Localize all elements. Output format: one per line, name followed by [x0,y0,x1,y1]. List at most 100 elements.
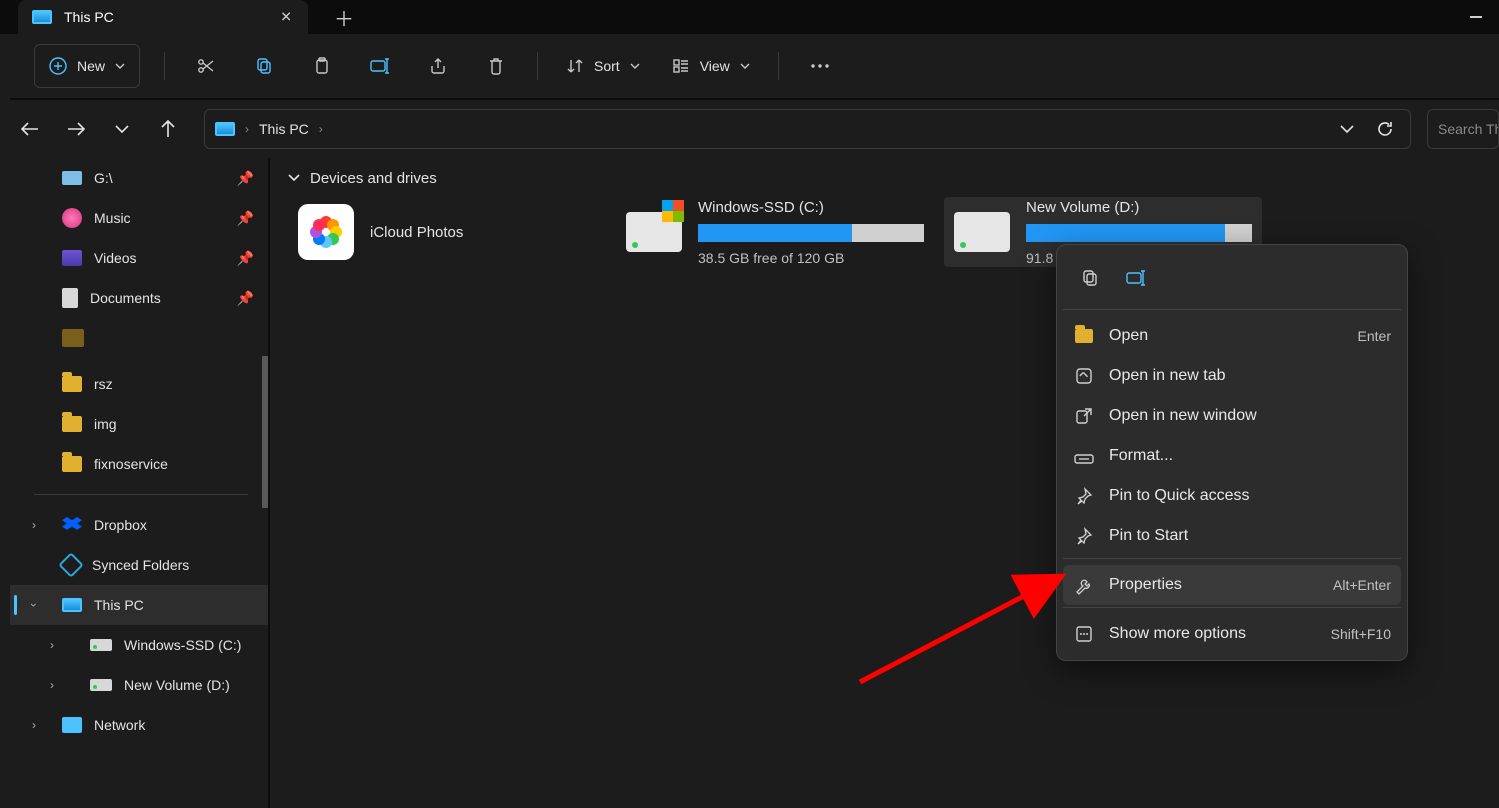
sidebar-item-synced[interactable]: Synced Folders [10,545,268,585]
usage-bar [698,224,924,242]
ctx-rename-button[interactable] [1117,259,1155,297]
sidebar-item-documents[interactable]: Documents 📌 [10,278,268,318]
ctx-label: Pin to Start [1109,527,1188,545]
sidebar-item-this-pc[interactable]: › This PC [10,585,268,625]
chevron-down-icon [630,63,640,69]
sidebar-item-videos[interactable]: Videos 📌 [10,238,268,278]
ctx-open[interactable]: Open Enter [1063,316,1401,356]
chevron-right-icon: › [32,518,36,532]
recent-button[interactable] [102,109,142,149]
rename-button[interactable] [355,46,405,86]
search-placeholder: Search Thi [1438,121,1499,137]
sidebar-item-music[interactable]: Music 📌 [10,198,268,238]
photos-icon [298,204,354,260]
scissors-icon [196,56,216,76]
ctx-shortcut: Enter [1358,328,1391,344]
pin-icon: 📌 [237,210,254,227]
sidebar-item-d-drive[interactable]: › New Volume (D:) [10,665,268,705]
breadcrumb-root[interactable]: This PC [259,121,309,137]
new-tab-button[interactable]: ＋ [324,0,364,34]
document-icon [62,288,78,308]
paste-button[interactable] [297,46,347,86]
ellipsis-icon [810,63,830,69]
refresh-icon [1376,120,1394,138]
hdd-icon [90,679,112,691]
new-tab-icon [1073,365,1095,387]
search-input[interactable]: Search Thi [1427,109,1499,149]
ctx-open-new-window[interactable]: Open in new window [1063,396,1401,436]
folder-icon [62,456,82,472]
back-button[interactable] [10,109,50,149]
sidebar-item-network[interactable]: › Network [10,705,268,745]
sidebar-label: Synced Folders [92,557,189,573]
pin-icon: 📌 [237,290,254,307]
cut-button[interactable] [181,46,231,86]
forward-button[interactable] [56,109,96,149]
hdd-icon [90,639,112,651]
ctx-properties[interactable]: Properties Alt+Enter [1063,565,1401,605]
copy-button[interactable] [239,46,289,86]
sidebar-label: Documents [90,290,161,306]
sidebar-item-dropbox[interactable]: › Dropbox [10,505,268,545]
more-button[interactable] [795,46,845,86]
ctx-label: Properties [1109,576,1182,594]
sidebar-label: fixnoservice [94,456,168,472]
folder-icon [62,329,84,347]
close-tab-button[interactable]: ✕ [280,9,292,26]
sidebar-item-rsz[interactable]: rsz [10,364,268,404]
new-button[interactable]: New [34,44,140,88]
window-minimize-button[interactable] [1453,0,1499,34]
up-button[interactable] [148,109,188,149]
ctx-pin-quick[interactable]: Pin to Quick access [1063,476,1401,516]
more-options-icon [1073,623,1095,645]
ctx-copy-button[interactable] [1071,259,1109,297]
chevron-right-icon: › [50,678,54,692]
sidebar-item-fixnoservice[interactable]: fixnoservice [10,444,268,484]
format-icon [1073,445,1095,467]
pin-icon [1073,525,1095,547]
drive-c[interactable]: Windows-SSD (C:) 38.5 GB free of 120 GB [616,197,934,267]
sidebar-item-c-drive[interactable]: › Windows-SSD (C:) [10,625,268,665]
sidebar-label: Videos [94,250,137,266]
ctx-open-new-tab[interactable]: Open in new tab [1063,356,1401,396]
scrollbar-thumb[interactable] [262,356,268,508]
chevron-down-icon [115,63,125,69]
share-button[interactable] [413,46,463,86]
sidebar-item-img[interactable]: img [10,404,268,444]
toolbar-separator [537,52,538,80]
sidebar-label: Music [94,210,131,226]
sidebar-item-g-drive[interactable]: G:\ 📌 [10,158,268,198]
clipboard-icon [312,56,332,76]
ctx-format[interactable]: Format... [1063,436,1401,476]
ctx-show-more[interactable]: Show more options Shift+F10 [1063,614,1401,654]
video-icon [62,250,82,266]
drive-icloud-photos[interactable]: iCloud Photos [288,197,606,267]
ctx-pin-start[interactable]: Pin to Start [1063,516,1401,556]
address-bar[interactable]: › This PC › [204,109,1411,149]
ctx-separator [1063,309,1401,310]
sidebar-item-unnamed[interactable] [10,318,268,358]
music-icon [62,208,82,228]
group-header-devices[interactable]: Devices and drives [288,166,1499,197]
view-icon [672,57,690,75]
sort-button[interactable]: Sort [554,46,652,86]
ctx-label: Show more options [1109,625,1246,643]
address-dropdown-button[interactable] [1330,112,1364,146]
ctx-shortcut: Alt+Enter [1333,577,1391,593]
this-pc-icon [62,598,82,612]
drive-icon [62,171,82,185]
view-label: View [700,58,730,74]
new-label: New [77,58,105,74]
pin-icon: 📌 [237,250,254,267]
this-pc-icon [215,122,235,136]
pin-icon: 📌 [237,170,254,187]
tab-this-pc[interactable]: This PC ✕ [18,0,308,34]
delete-button[interactable] [471,46,521,86]
usage-bar [1026,224,1252,242]
wrench-icon [1073,574,1095,596]
view-button[interactable]: View [660,46,762,86]
ctx-label: Pin to Quick access [1109,487,1250,505]
refresh-button[interactable] [1368,112,1402,146]
rename-icon [369,56,391,76]
sidebar-label: This PC [94,597,144,613]
